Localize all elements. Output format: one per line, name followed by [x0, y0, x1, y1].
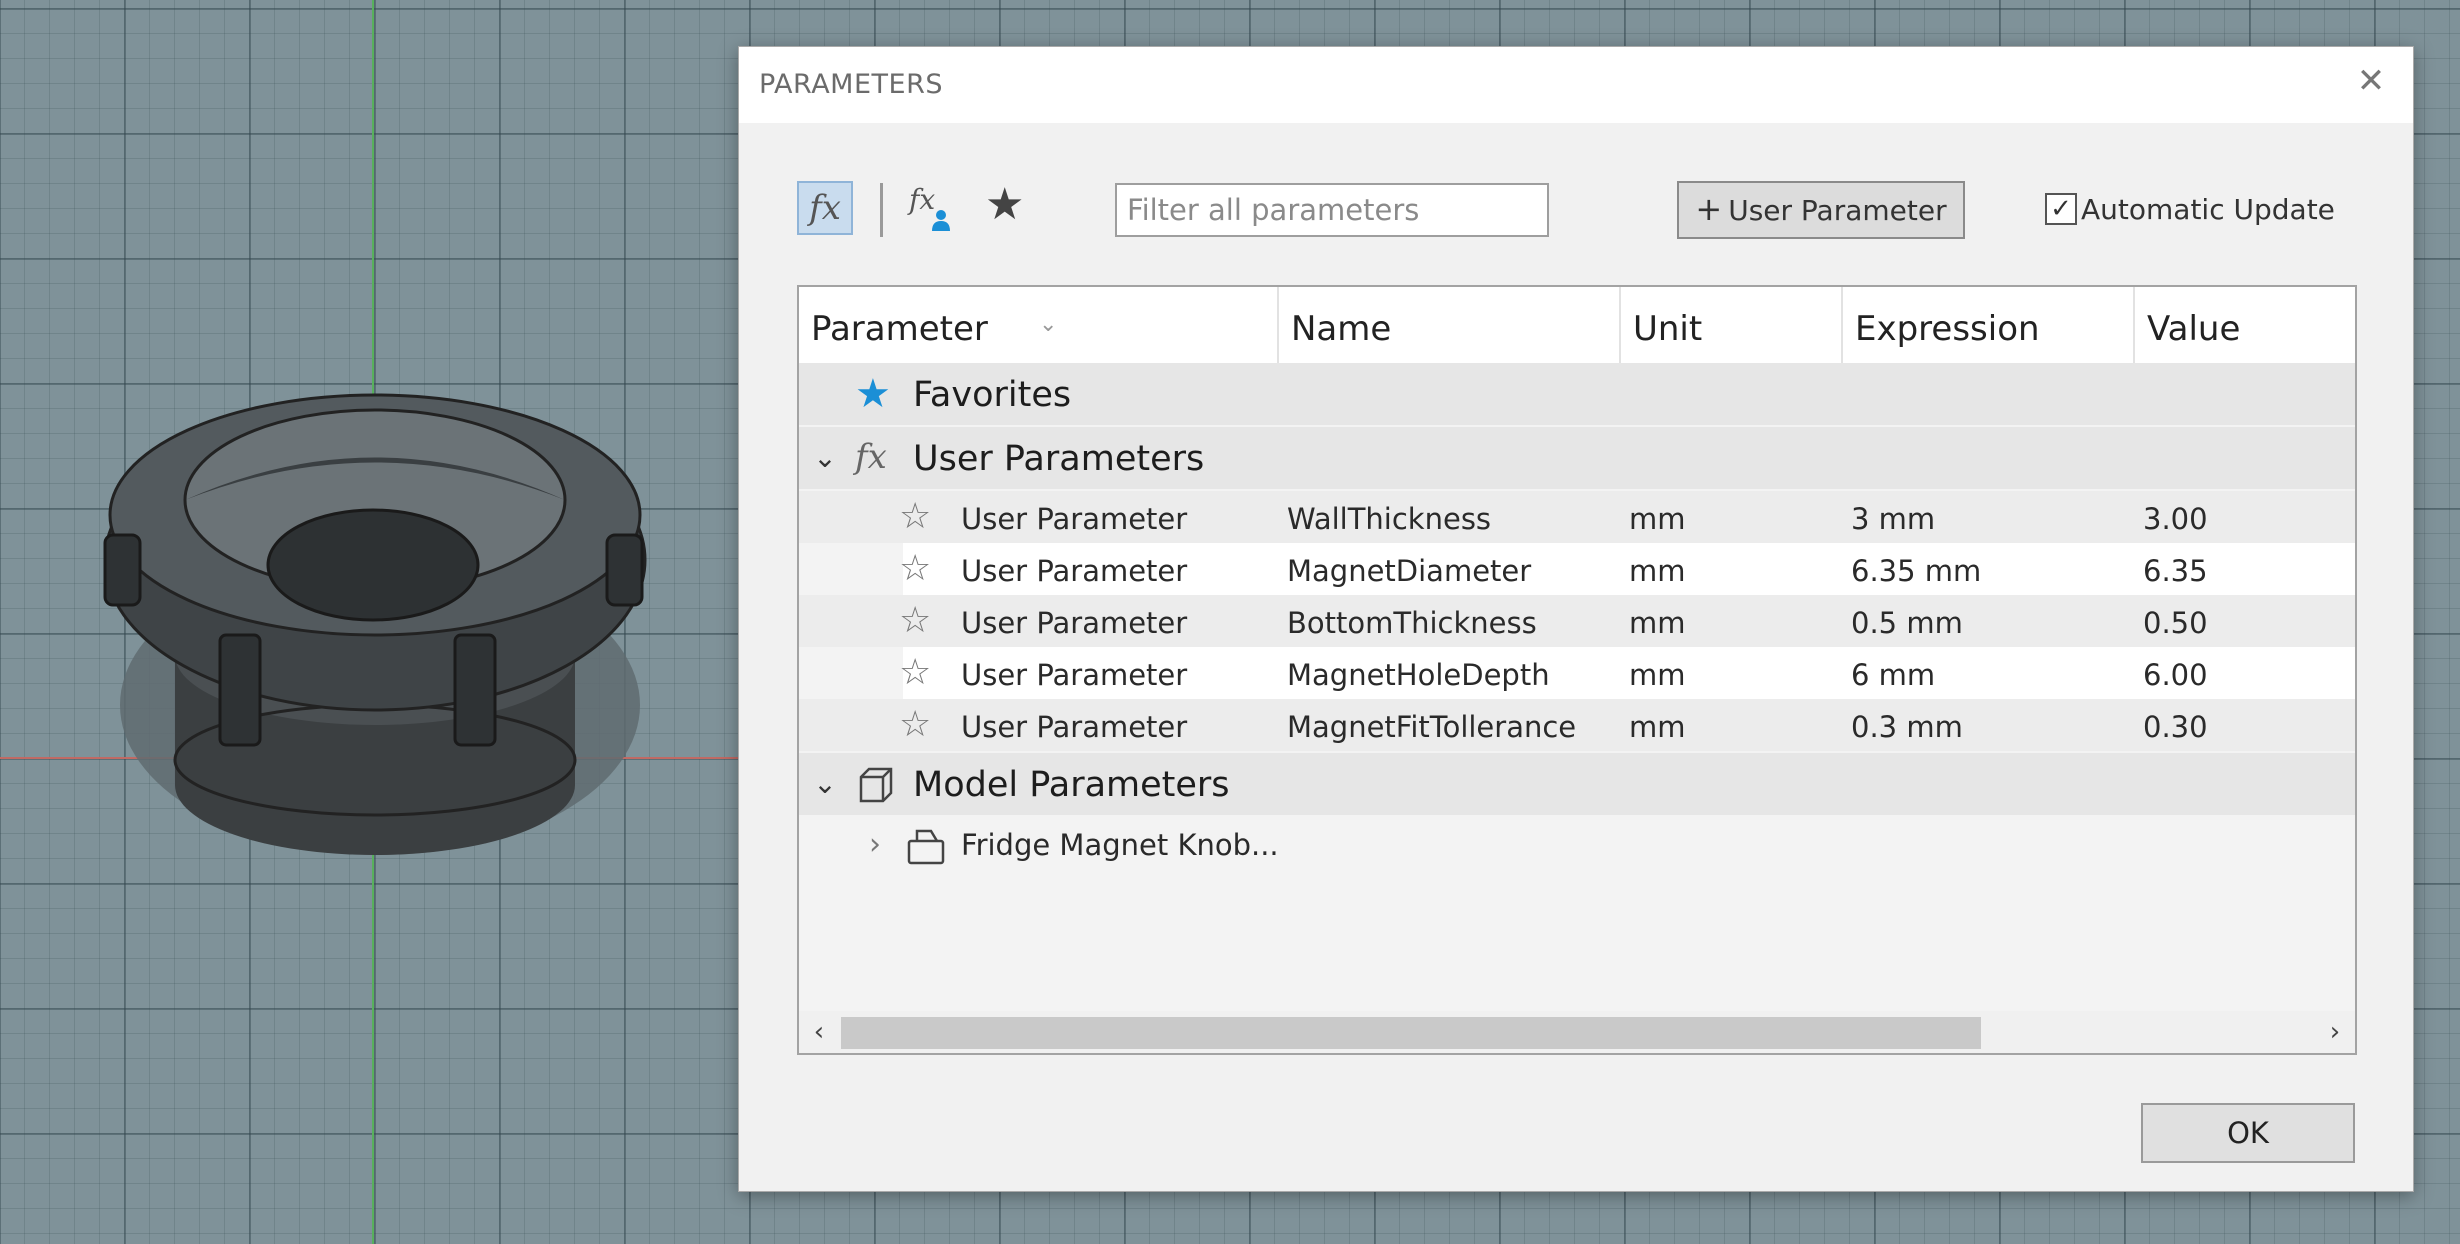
close-icon[interactable]: ✕	[2351, 61, 2391, 101]
cell-expression[interactable]: 0.5 mm	[1851, 595, 1963, 651]
favorites-star-icon: ★	[855, 371, 891, 417]
dialog-title: PARAMETERS	[759, 69, 943, 100]
column-label: Parameter	[811, 309, 988, 349]
user-person-icon	[932, 210, 950, 231]
model-parameters-label: Model Parameters	[913, 765, 1230, 805]
cell-value: 6.35	[2143, 554, 2208, 588]
cell-parameter: User Parameter	[961, 554, 1188, 588]
parameters-dialog: PARAMETERS ✕ fx fx ★ +User Parameter ✓ A…	[738, 46, 2414, 1192]
cell-parameter: User Parameter	[961, 658, 1188, 692]
table-row[interactable]: ☆ User Parameter WallThickness mm 3 mm 3…	[799, 491, 2355, 543]
plus-icon: +	[1695, 190, 1723, 228]
favorite-star-icon[interactable]: ☆	[899, 543, 931, 595]
automatic-update-label: Automatic Update	[2081, 192, 2335, 226]
column-header-value[interactable]: Value	[2135, 287, 2355, 363]
toolbar-divider	[880, 183, 883, 237]
cell-unit[interactable]: mm	[1629, 543, 1686, 599]
table-row[interactable]: ☆ User Parameter MagnetDiameter mm 6.35 …	[899, 543, 2355, 595]
chevron-right-icon[interactable]: ›	[855, 817, 895, 873]
user-parameters-filter-icon[interactable]: fx	[909, 183, 955, 235]
parameters-table: Parameter ⌄ Name Unit Expression Value ★…	[797, 285, 2357, 1055]
cell-expression[interactable]: 6 mm	[1851, 647, 1935, 703]
cell-name[interactable]: WallThickness	[1287, 491, 1491, 547]
table-row[interactable]: ☆ User Parameter MagnetHoleDepth mm 6 mm…	[899, 647, 2355, 699]
favorite-star-icon[interactable]: ☆	[899, 699, 931, 751]
fx-group-icon: fx	[855, 437, 887, 477]
user-parameters-group-row[interactable]: ⌄ fx User Parameters	[799, 427, 2355, 489]
automatic-update-checkbox[interactable]: ✓	[2045, 193, 2077, 225]
cell-expression[interactable]: 6.35 mm	[1851, 543, 1981, 599]
cell-value: 0.30	[2143, 710, 2208, 744]
scroll-right-icon[interactable]: ›	[2315, 1011, 2355, 1053]
sort-chevron-icon: ⌄	[1039, 312, 1058, 337]
cell-name[interactable]: MagnetHoleDepth	[1287, 647, 1550, 703]
model-component-label: Fridge Magnet Knob...	[961, 828, 1279, 862]
cell-name[interactable]: MagnetFitTollerance	[1287, 699, 1576, 755]
column-header-expression[interactable]: Expression	[1843, 287, 2135, 363]
table-row[interactable]: ☆ User Parameter BottomThickness mm 0.5 …	[799, 595, 2355, 647]
chevron-down-icon[interactable]: ⌄	[805, 427, 845, 489]
user-parameters-label: User Parameters	[913, 439, 1205, 479]
all-parameters-fx-icon[interactable]: fx	[797, 181, 853, 235]
model-component-row[interactable]: › Fridge Magnet Knob...	[799, 817, 2355, 873]
dialog-titlebar[interactable]: PARAMETERS ✕	[739, 47, 2413, 123]
filter-parameters-input[interactable]	[1115, 183, 1549, 237]
cell-expression[interactable]: 3 mm	[1851, 491, 1935, 547]
chevron-down-icon[interactable]: ⌄	[805, 753, 845, 815]
horizontal-scrollbar[interactable]: ‹ ›	[799, 1011, 2355, 1053]
cell-parameter: User Parameter	[961, 502, 1188, 536]
favorites-label: Favorites	[913, 375, 1072, 415]
table-row[interactable]: ☆ User Parameter MagnetFitTollerance mm …	[799, 699, 2355, 751]
ok-button[interactable]: OK	[2141, 1103, 2355, 1163]
scroll-left-icon[interactable]: ‹	[799, 1011, 839, 1053]
fridge-magnet-knob-model[interactable]	[95, 365, 655, 885]
automatic-update-toggle[interactable]: ✓ Automatic Update	[2045, 187, 2335, 231]
favorite-star-icon[interactable]: ☆	[899, 491, 931, 543]
add-user-parameter-button[interactable]: + User Parameter	[1677, 181, 1965, 239]
cell-unit[interactable]: mm	[1629, 595, 1686, 651]
favorite-star-icon[interactable]: ☆	[899, 595, 931, 647]
cell-value: 3.00	[2143, 502, 2208, 536]
cell-unit[interactable]: mm	[1629, 699, 1686, 755]
table-header: Parameter ⌄ Name Unit Expression Value	[799, 287, 2355, 363]
scrollbar-thumb[interactable]	[841, 1017, 1981, 1049]
add-user-parameter-label: User Parameter	[1728, 194, 1947, 227]
column-header-parameter[interactable]: Parameter ⌄	[799, 287, 1279, 363]
model-parameters-group-row[interactable]: ⌄ Model Parameters	[799, 753, 2355, 815]
cell-parameter: User Parameter	[961, 710, 1188, 744]
cell-unit[interactable]: mm	[1629, 491, 1686, 547]
cell-expression[interactable]: 0.3 mm	[1851, 699, 1963, 755]
favorites-filter-star-icon[interactable]: ★	[985, 179, 1024, 231]
cell-value: 6.00	[2143, 658, 2208, 692]
column-header-name[interactable]: Name	[1279, 287, 1621, 363]
favorites-group-row[interactable]: ★ Favorites	[799, 363, 2355, 425]
model-cube-icon	[859, 767, 893, 803]
cell-value: 0.50	[2143, 606, 2208, 640]
favorite-star-icon[interactable]: ☆	[899, 647, 931, 699]
component-icon	[907, 829, 945, 865]
cell-parameter: User Parameter	[961, 606, 1188, 640]
cell-name[interactable]: MagnetDiameter	[1287, 543, 1531, 599]
cell-name[interactable]: BottomThickness	[1287, 595, 1537, 651]
column-header-unit[interactable]: Unit	[1621, 287, 1843, 363]
cell-unit[interactable]: mm	[1629, 647, 1686, 703]
